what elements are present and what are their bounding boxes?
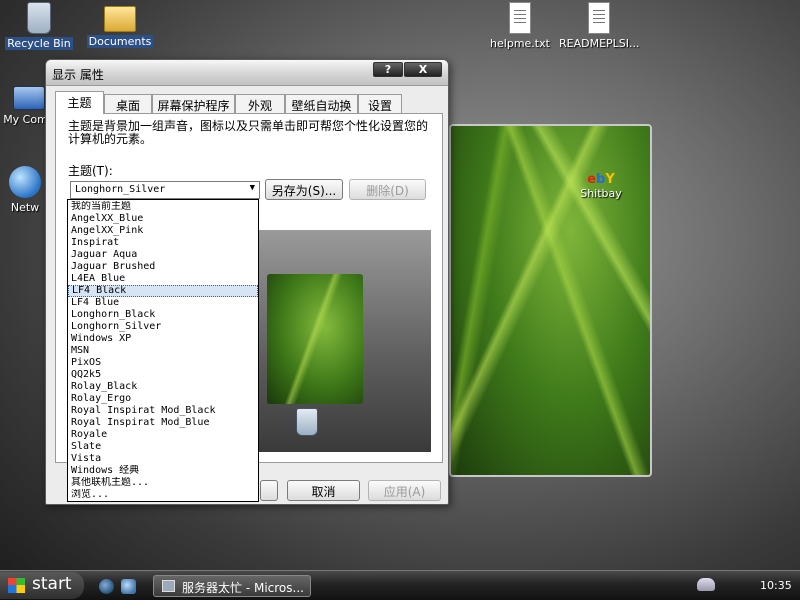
recycle-bin-icon (27, 2, 51, 34)
theme-option[interactable]: Rolay_Ergo (68, 393, 258, 405)
recycle-bin-icon (296, 408, 318, 436)
desktop-icon-label: Recycle Bin (5, 37, 73, 50)
theme-option[interactable]: 浏览... (68, 489, 258, 501)
clock: 10:35 (760, 579, 792, 592)
tab-screensaver[interactable]: 屏幕保护程序 (152, 94, 235, 113)
theme-option[interactable]: Windows 经典 (68, 465, 258, 477)
theme-option[interactable]: 其他联机主题... (68, 477, 258, 489)
theme-dropdown-list[interactable]: 我的当前主题 AngelXX_Blue AngelXX_Pink Inspirat Ja… (67, 199, 259, 502)
windows-flag-icon (8, 578, 25, 593)
network-icon (9, 166, 41, 198)
desktop-icon-label: READMEPLSI... (559, 37, 640, 50)
theme-option[interactable]: AngelXX_Blue (68, 213, 258, 225)
dialog-titlebar[interactable]: 显示 属性 ? X (46, 60, 448, 86)
theme-description: 主题是背景加一组声音，图标以及只需单击即可帮您个性化设置您的计算机的元素。 (68, 119, 429, 146)
window-icon (162, 580, 175, 592)
tab-themes[interactable]: 主题 (55, 91, 104, 114)
start-button[interactable]: start (0, 572, 84, 599)
save-as-button[interactable]: 另存为(S)... (265, 179, 343, 200)
desktop-icon-readme[interactable]: READMEPLSI... (557, 2, 641, 50)
tab-wallpaper-changer[interactable]: 壁纸自动换 (285, 94, 358, 113)
desktop-icon-label: Shitbay (580, 187, 622, 200)
theme-select-value: Longhorn_Silver (75, 184, 166, 195)
theme-option[interactable]: LF4 Black (68, 285, 258, 297)
tab-appearance[interactable]: 外观 (235, 94, 285, 113)
computer-icon (13, 86, 45, 110)
theme-option[interactable]: Royal Inspirat Mod_Black (68, 405, 258, 417)
theme-option[interactable]: 我的当前主题 (68, 201, 258, 213)
theme-option[interactable]: Windows XP (68, 333, 258, 345)
preview-wallpaper (267, 274, 363, 404)
theme-option[interactable]: Royal Inspirat Mod_Blue (68, 417, 258, 429)
help-button[interactable]: ? (373, 62, 403, 77)
desktop-icon-documents[interactable]: Documents (78, 2, 162, 48)
desktop-icon-shitbay[interactable]: ebY Shitbay (576, 172, 626, 200)
theme-option[interactable]: Jaguar Aqua (68, 249, 258, 261)
theme-option[interactable]: LF4 Blue (68, 297, 258, 309)
explorer-icon[interactable] (121, 579, 136, 594)
ok-button[interactable] (260, 480, 278, 501)
dialog-title: 显示 属性 (52, 68, 104, 82)
taskbar-button-label: 服务器太忙 - Micros... (182, 581, 304, 595)
theme-option[interactable]: QQ2k5 (68, 369, 258, 381)
theme-select[interactable]: Longhorn_Silver ▼ (70, 181, 260, 199)
theme-option[interactable]: PixOS (68, 357, 258, 369)
chevron-down-icon[interactable]: ▼ (250, 183, 255, 193)
delete-button[interactable]: 删除(D) (349, 179, 426, 200)
theme-option[interactable]: Vista (68, 453, 258, 465)
desktop-icon-recycle-bin[interactable]: Recycle Bin (0, 2, 81, 50)
folder-icon (104, 6, 136, 32)
theme-option[interactable]: Jaguar Brushed (68, 261, 258, 273)
text-file-icon (509, 2, 531, 34)
desktop-icon-label: Netw (10, 201, 40, 214)
network-tray-icon[interactable] (697, 578, 715, 591)
theme-option[interactable]: Royale (68, 429, 258, 441)
theme-option[interactable]: L4EA Blue (68, 273, 258, 285)
apply-button[interactable]: 应用(A) (368, 480, 441, 501)
cancel-button[interactable]: 取消 (287, 480, 360, 501)
tab-settings[interactable]: 设置 (358, 94, 402, 113)
desktop-icon-helpme[interactable]: helpme.txt (478, 2, 562, 50)
tab-desktop[interactable]: 桌面 (104, 94, 152, 113)
theme-option[interactable]: MSN (68, 345, 258, 357)
start-label: start (32, 574, 72, 594)
internet-explorer-icon[interactable] (99, 579, 114, 594)
theme-option[interactable]: Rolay_Black (68, 381, 258, 393)
taskbar-button-window[interactable]: 服务器太忙 - Micros... (153, 575, 311, 597)
theme-label: 主题(T): (68, 164, 113, 178)
theme-option[interactable]: Longhorn_Silver (68, 321, 258, 333)
theme-option[interactable]: AngelXX_Pink (68, 225, 258, 237)
desktop-icon-label: Documents (86, 35, 154, 48)
theme-option[interactable]: Slate (68, 441, 258, 453)
taskbar: start 服务器太忙 - Micros... 10:35 (0, 570, 800, 600)
theme-option[interactable]: Longhorn_Black (68, 309, 258, 321)
shitbay-logo-icon: ebY (587, 172, 615, 187)
close-button[interactable]: X (404, 62, 442, 77)
text-file-icon (588, 2, 610, 34)
desktop-icon-label: helpme.txt (490, 37, 550, 50)
theme-option[interactable]: Inspirat (68, 237, 258, 249)
